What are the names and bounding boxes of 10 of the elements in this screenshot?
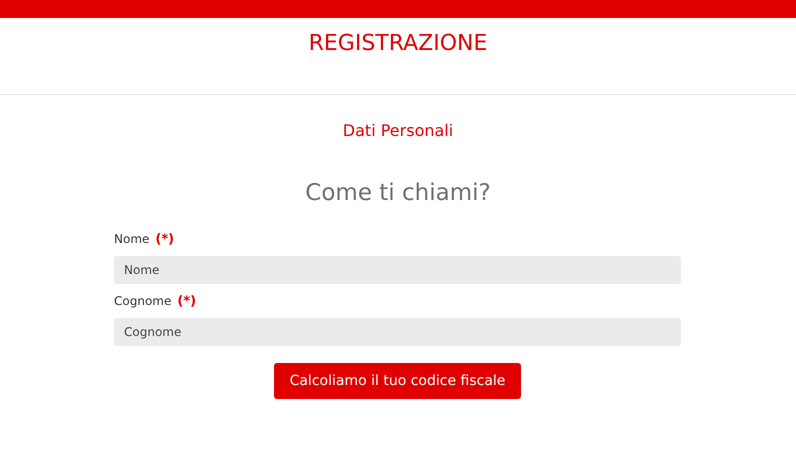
input-field[interactable]: Cognome xyxy=(114,318,681,346)
submit-button[interactable]: Calcoliamo il tuo codice fiscale xyxy=(274,363,522,399)
required-mark: (*) xyxy=(177,294,196,309)
input-field[interactable]: Nome xyxy=(114,256,681,284)
field-label: Cognome xyxy=(114,294,172,308)
required-mark: (*) xyxy=(155,232,174,247)
section-title: Dati Personali xyxy=(342,121,454,140)
page-title: REGISTRAZIONE xyxy=(308,31,488,58)
field-label: Nome xyxy=(114,232,150,246)
question-heading: Come ti chiami? xyxy=(304,180,492,206)
